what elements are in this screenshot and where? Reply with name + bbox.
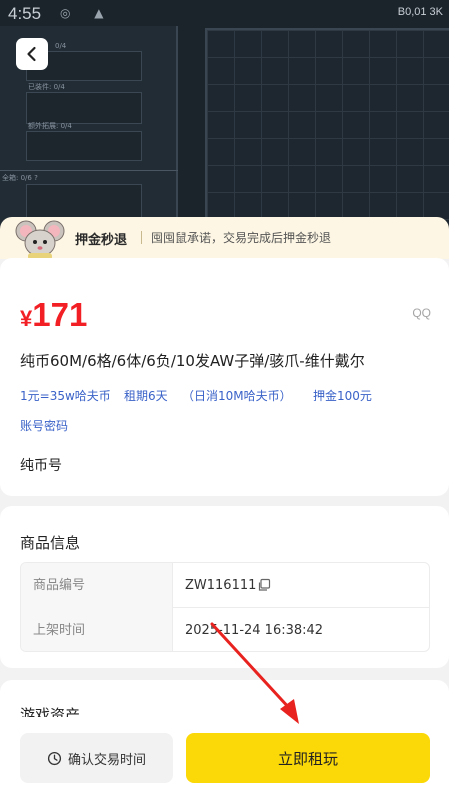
inventory-slot xyxy=(26,131,142,161)
inventory-grid xyxy=(205,28,449,228)
confirm-trade-time-button[interactable]: 确认交易时间 xyxy=(20,733,173,783)
login-type: 账号密码 xyxy=(20,419,69,433)
product-info-table: 商品编号 ZW116111 上架时间 2025-11-24 16:38:42 xyxy=(20,562,430,652)
product-info-title: 商品信息 xyxy=(20,534,81,552)
slot-label: 已装件: 0/4 xyxy=(28,83,65,91)
rent-now-button[interactable]: 立即租玩 xyxy=(186,733,430,783)
status-time: 4:55 xyxy=(8,4,42,23)
price: ¥171 xyxy=(20,296,87,334)
chevron-left-icon xyxy=(27,46,36,62)
status-notification-icons: ◎ ▲ xyxy=(60,6,114,20)
banner-divider xyxy=(141,231,142,244)
product-card xyxy=(0,258,449,496)
mouse-mascot-icon xyxy=(15,220,65,260)
spec-deposit: 押金100元 xyxy=(313,389,372,403)
clock-icon xyxy=(47,751,62,765)
banner-text: 囤囤鼠承诺，交易完成后押金秒退 xyxy=(151,231,332,245)
slot-label: 全箱: 0/6 ? xyxy=(2,174,38,182)
account-type: 纯币号 xyxy=(20,458,62,474)
inventory-slot xyxy=(26,92,142,124)
price-symbol: ¥ xyxy=(20,306,33,331)
spec-rental-period: 租期6天 xyxy=(124,389,168,403)
listing-time-value: 2025-11-24 16:38:42 xyxy=(185,623,324,638)
copy-icon[interactable] xyxy=(257,578,271,592)
price-value: 171 xyxy=(32,296,88,333)
table-row: 上架时间 2025-11-24 16:38:42 xyxy=(21,608,429,651)
game-screenshot: 0/4 已装件: 0/4 额外拓展: 0/4 全箱: 0/6 ? xyxy=(0,0,449,240)
product-title: 纯币60M/6格/6体/6负/10发AW子弹/骇爪-维什戴尔 xyxy=(20,352,365,370)
panel-divider xyxy=(0,170,178,171)
spec-daily-consumption: （日消10M哈夫币） xyxy=(182,389,292,403)
slot-label: 额外拓展: 0/4 xyxy=(28,122,72,130)
listing-time-label: 上架时间 xyxy=(21,608,173,651)
table-row: 商品编号 ZW116111 xyxy=(21,563,429,608)
back-button[interactable] xyxy=(16,38,48,70)
banner-title: 押金秒退 xyxy=(75,233,128,248)
product-id-value: ZW116111 xyxy=(185,578,257,593)
platform-label: QQ xyxy=(412,306,431,320)
product-id-label: 商品编号 xyxy=(21,563,173,608)
status-battery-text: B0,01 3K xyxy=(397,6,443,18)
confirm-trade-time-label: 确认交易时间 xyxy=(67,752,146,768)
rent-now-label: 立即租玩 xyxy=(277,749,338,768)
slot-label: 0/4 xyxy=(55,42,67,50)
spec-rate: 1元=35w哈夫币 xyxy=(20,389,111,403)
